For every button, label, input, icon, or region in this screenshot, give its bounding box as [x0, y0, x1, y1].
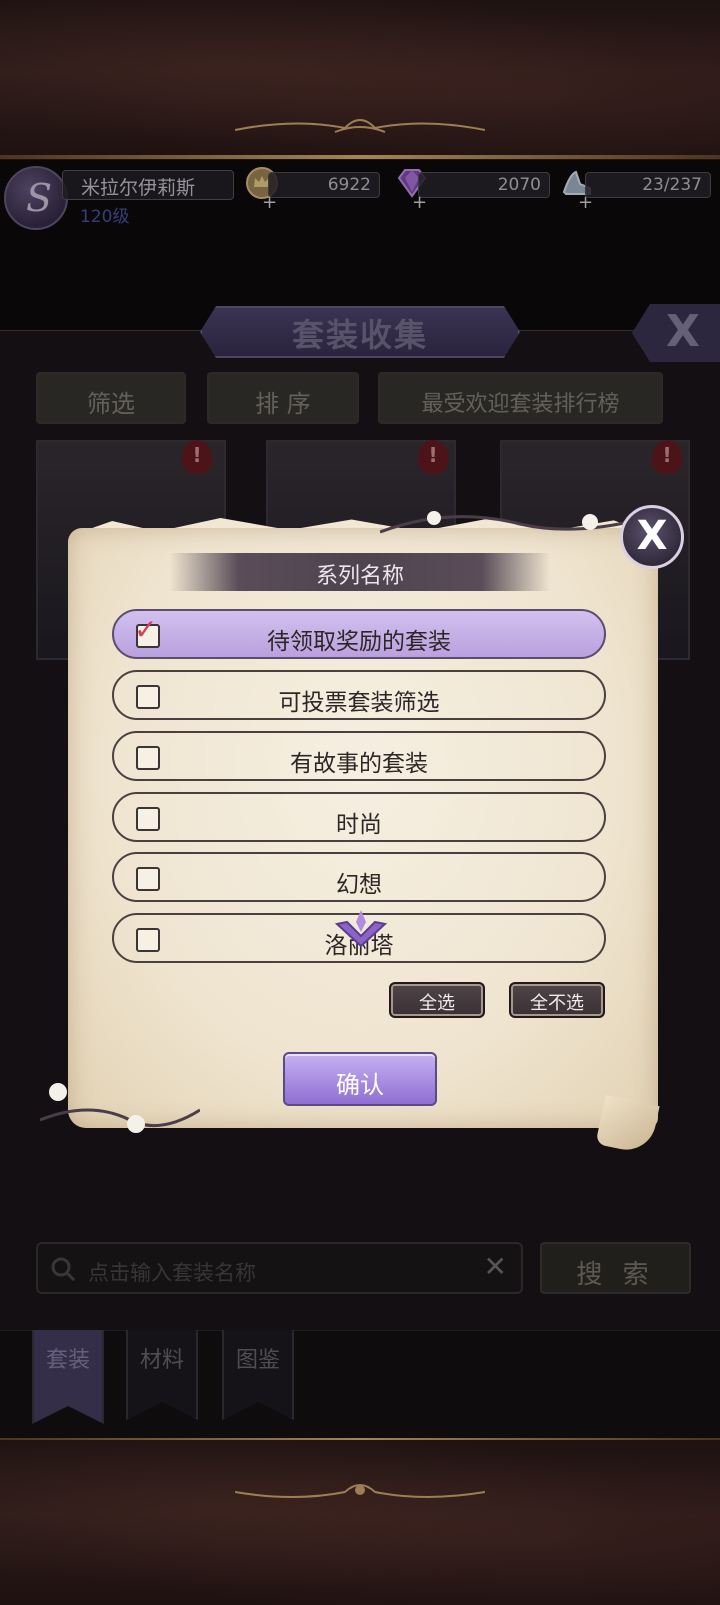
option-row[interactable]: ✓ 待领取奖励的套装: [112, 609, 606, 659]
dialog-close-button[interactable]: X: [620, 505, 684, 569]
option-label: 时尚: [336, 812, 382, 838]
game-screen: S 米拉尔伊莉斯 120级 6922 + 2070 + 23/237 + 套装收…: [0, 0, 720, 1605]
option-label: 可投票套装筛选: [278, 690, 440, 716]
vine-decoration: [380, 511, 660, 534]
option-label: 有故事的套装: [290, 751, 428, 777]
option-label: 待领取奖励的套装: [267, 629, 451, 655]
select-all-button[interactable]: 全选: [389, 982, 485, 1018]
option-row[interactable]: 有故事的套装: [112, 731, 606, 781]
select-none-button[interactable]: 全不选: [509, 982, 605, 1018]
scroll-down-icon[interactable]: [333, 910, 389, 956]
option-row[interactable]: 时尚: [112, 792, 606, 842]
confirm-button[interactable]: 确认: [283, 1052, 437, 1106]
option-label: 幻想: [336, 872, 382, 898]
dialog-title: 系列名称: [315, 564, 404, 589]
option-row[interactable]: 幻想: [112, 852, 606, 902]
option-row[interactable]: 可投票套装筛选: [112, 670, 606, 720]
vine-decoration: [40, 1083, 200, 1133]
